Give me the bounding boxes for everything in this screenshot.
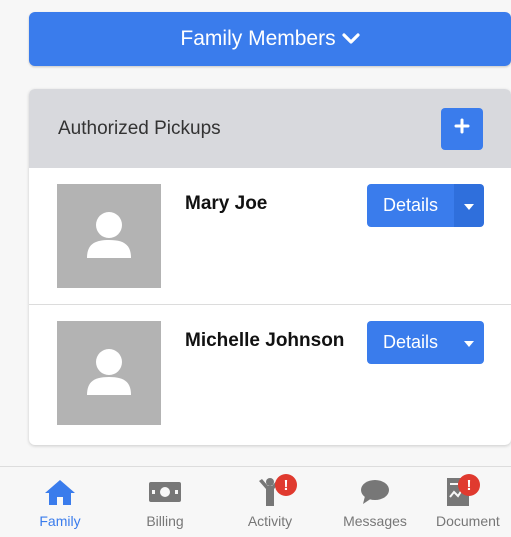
alert-badge: ! — [275, 474, 297, 496]
plus-icon — [454, 118, 470, 139]
card-header: Authorized Pickups — [29, 89, 511, 168]
authorized-pickups-card: Authorized Pickups Mary Joe Details Mich… — [29, 89, 511, 445]
details-button[interactable]: Details — [367, 184, 454, 227]
bottom-tab-bar: Family Billing ! Activity Messages ! Doc… — [0, 466, 511, 537]
avatar — [57, 321, 161, 425]
details-split-button: Details — [367, 184, 484, 227]
details-dropdown-toggle[interactable] — [454, 321, 484, 364]
tab-label: Family — [39, 513, 81, 529]
tab-messages[interactable]: Messages — [325, 477, 425, 529]
chat-icon — [360, 477, 390, 507]
card-title: Authorized Pickups — [58, 117, 221, 139]
details-button[interactable]: Details — [367, 321, 454, 364]
tab-label: Messages — [343, 513, 407, 529]
chevron-down-icon — [341, 32, 360, 46]
user-icon — [81, 206, 137, 267]
alert-badge: ! — [458, 474, 480, 496]
user-icon — [81, 343, 137, 404]
details-split-button: Details — [367, 321, 484, 364]
pickup-row: Mary Joe Details — [29, 168, 511, 305]
tab-label: Activity — [247, 513, 293, 529]
document-icon: ! — [446, 474, 480, 507]
pickup-row: Michelle Johnson Details — [29, 305, 511, 442]
pickup-name: Mary Joe — [185, 193, 268, 214]
tab-activity[interactable]: ! Activity — [220, 474, 320, 529]
tab-label: Billing — [146, 513, 184, 529]
tab-document[interactable]: ! Document — [420, 474, 511, 529]
tab-family[interactable]: Family — [10, 477, 110, 529]
caret-down-icon — [464, 334, 474, 352]
details-dropdown-toggle[interactable] — [454, 184, 484, 227]
home-icon — [43, 477, 77, 507]
family-members-label: Family Members — [180, 27, 336, 50]
caret-down-icon — [464, 197, 474, 215]
avatar — [57, 184, 161, 288]
tab-label: Document — [436, 513, 500, 529]
tab-billing[interactable]: Billing — [115, 477, 215, 529]
money-icon — [148, 477, 182, 507]
pickup-name: Michelle Johnson — [185, 330, 345, 351]
add-pickup-button[interactable] — [441, 107, 483, 150]
activity-icon: ! — [256, 474, 297, 507]
family-members-button[interactable]: Family Members — [29, 12, 511, 66]
